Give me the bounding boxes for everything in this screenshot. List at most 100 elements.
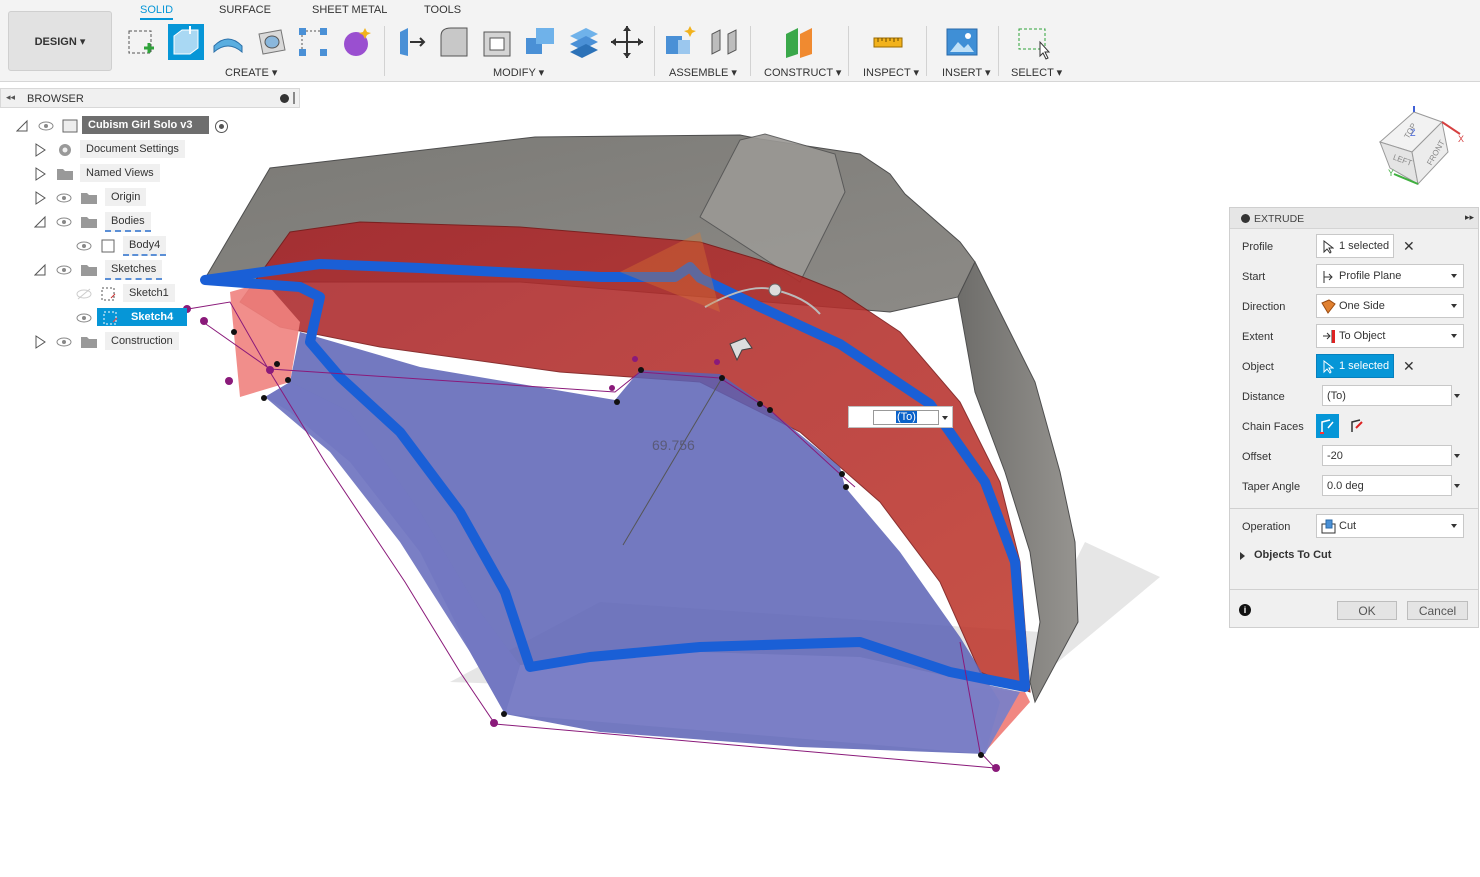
insert-menu[interactable]: INSERT ▾ xyxy=(942,66,991,79)
revolve-icon[interactable] xyxy=(210,24,246,60)
object-selector[interactable]: 1 selected xyxy=(1316,354,1394,378)
expanded-triangle-icon[interactable] xyxy=(34,263,46,277)
measure-icon[interactable] xyxy=(870,24,906,60)
eye-icon[interactable] xyxy=(56,192,72,204)
pin-icon[interactable] xyxy=(293,92,295,104)
chevron-down-icon[interactable] xyxy=(1454,484,1460,488)
insert-image-icon[interactable] xyxy=(944,24,980,60)
create-menu[interactable]: CREATE ▾ xyxy=(225,66,277,79)
chevron-down-icon[interactable] xyxy=(1454,454,1460,458)
ok-button[interactable]: OK xyxy=(1337,601,1397,620)
chevron-down-icon[interactable] xyxy=(1454,394,1460,398)
combine-icon[interactable] xyxy=(522,24,558,60)
expanded-triangle-icon[interactable] xyxy=(34,215,46,229)
tab-solid-label: SOLID xyxy=(140,4,174,16)
chain-faces-label: Chain Faces xyxy=(1242,421,1304,433)
press-pull-icon[interactable] xyxy=(394,24,430,60)
extent-dropdown[interactable]: To Object xyxy=(1316,324,1464,348)
browser-item-label: Body4 xyxy=(123,236,167,256)
minus-icon[interactable] xyxy=(1241,214,1250,223)
extent-value: To Object xyxy=(1339,330,1386,342)
collapsed-triangle-icon[interactable] xyxy=(34,143,46,157)
hole-icon[interactable] xyxy=(253,24,289,60)
expand-dialog-icon[interactable]: ▸▸ xyxy=(1465,212,1474,223)
eye-hidden-icon[interactable] xyxy=(76,288,92,300)
start-dropdown[interactable]: Profile Plane xyxy=(1316,264,1464,288)
taper-angle-field[interactable]: 0.0 deg xyxy=(1322,475,1452,496)
browser-header[interactable]: ◂◂ BROWSER xyxy=(0,88,300,108)
operation-dropdown[interactable]: Cut xyxy=(1316,514,1464,538)
info-icon[interactable]: i xyxy=(1239,604,1251,616)
direction-dropdown[interactable]: One Side xyxy=(1316,294,1464,318)
chevron-down-icon[interactable] xyxy=(1451,524,1457,528)
distance-field[interactable]: (To) xyxy=(1322,385,1452,406)
collapsed-triangle-icon[interactable] xyxy=(34,167,46,181)
panel-divider xyxy=(1230,589,1478,590)
chevron-down-icon[interactable] xyxy=(942,416,948,420)
profile-selector[interactable]: 1 selected xyxy=(1316,234,1394,258)
eye-icon[interactable] xyxy=(56,264,72,276)
tab-tools[interactable]: TOOLS xyxy=(424,0,461,16)
chain-faces-on-icon[interactable] xyxy=(1316,414,1339,438)
eye-icon[interactable] xyxy=(76,312,92,324)
chevron-down-icon[interactable] xyxy=(1451,274,1457,278)
eye-icon[interactable] xyxy=(56,216,72,228)
drag-handle[interactable] xyxy=(768,283,782,297)
clear-object-icon[interactable]: ✕ xyxy=(1403,358,1415,375)
select-box-icon[interactable] xyxy=(1016,24,1052,60)
tab-surface-label: SURFACE xyxy=(219,4,271,16)
eye-icon[interactable] xyxy=(56,336,72,348)
tab-solid[interactable]: SOLID xyxy=(140,0,174,20)
joint-icon[interactable] xyxy=(706,24,742,60)
pattern-icon[interactable] xyxy=(295,24,331,60)
expanded-triangle-icon[interactable] xyxy=(16,119,28,133)
create-form-icon[interactable] xyxy=(339,24,375,60)
collapse-browser-icon[interactable]: ◂◂ xyxy=(6,92,15,103)
collapsed-triangle-icon[interactable] xyxy=(34,335,46,349)
new-component-icon[interactable] xyxy=(662,24,698,60)
eye-icon[interactable] xyxy=(38,120,54,132)
extrude-icon[interactable] xyxy=(168,24,204,60)
select-menu[interactable]: SELECT ▾ xyxy=(1011,66,1062,79)
tab-surface[interactable]: SURFACE xyxy=(219,0,271,16)
extrude-dialog-header[interactable]: EXTRUDE ▸▸ xyxy=(1230,208,1478,229)
clear-profile-icon[interactable]: ✕ xyxy=(1403,238,1415,255)
one-side-icon xyxy=(1321,299,1336,314)
offset-label: Offset xyxy=(1242,451,1272,463)
eye-icon[interactable] xyxy=(76,240,92,252)
toolbar-divider xyxy=(384,26,385,76)
tab-sheet-metal-label: SHEET METAL xyxy=(312,4,388,16)
activate-radio-icon[interactable] xyxy=(214,119,229,134)
inspect-menu[interactable]: INSPECT ▾ xyxy=(863,66,919,79)
chevron-down-icon[interactable] xyxy=(1451,304,1457,308)
cut-icon xyxy=(1321,519,1336,534)
direction-label: Direction xyxy=(1242,301,1286,313)
inline-distance-value: (To) xyxy=(896,411,917,423)
folder-icon xyxy=(81,193,97,204)
chevron-down-icon[interactable] xyxy=(1451,334,1457,338)
assemble-menu[interactable]: ASSEMBLE ▾ xyxy=(669,66,737,79)
collapsed-triangle-icon[interactable] xyxy=(1240,552,1245,560)
construct-menu[interactable]: CONSTRUCT ▾ xyxy=(764,66,841,79)
folder-icon xyxy=(81,217,97,228)
offset-faces-icon[interactable] xyxy=(566,24,602,60)
sketch-icon xyxy=(101,287,116,301)
shell-icon[interactable] xyxy=(480,24,516,60)
offset-field[interactable]: -20 xyxy=(1322,445,1452,466)
browser-item-label: Document Settings xyxy=(80,140,185,158)
offset-plane-icon[interactable] xyxy=(782,24,818,60)
create-sketch-icon[interactable] xyxy=(124,24,160,60)
collapsed-triangle-icon[interactable] xyxy=(34,191,46,205)
inline-distance-input[interactable]: (To) xyxy=(848,406,953,428)
fillet-icon[interactable] xyxy=(437,24,473,60)
tab-sheet-metal[interactable]: SHEET METAL xyxy=(312,0,387,16)
modify-menu[interactable]: MODIFY ▾ xyxy=(493,66,544,79)
move-icon[interactable] xyxy=(609,24,645,60)
cancel-button[interactable]: Cancel xyxy=(1407,601,1468,620)
browser-item-label: Construction xyxy=(105,332,179,350)
view-cube[interactable]: TOP LEFT FRONT X Y Z xyxy=(1372,106,1468,192)
minus-icon[interactable] xyxy=(280,94,289,103)
chain-faces-off-icon[interactable] xyxy=(1346,414,1368,438)
gear-icon xyxy=(59,144,71,156)
design-workspace-button[interactable]: DESIGN ▾ xyxy=(8,11,112,71)
